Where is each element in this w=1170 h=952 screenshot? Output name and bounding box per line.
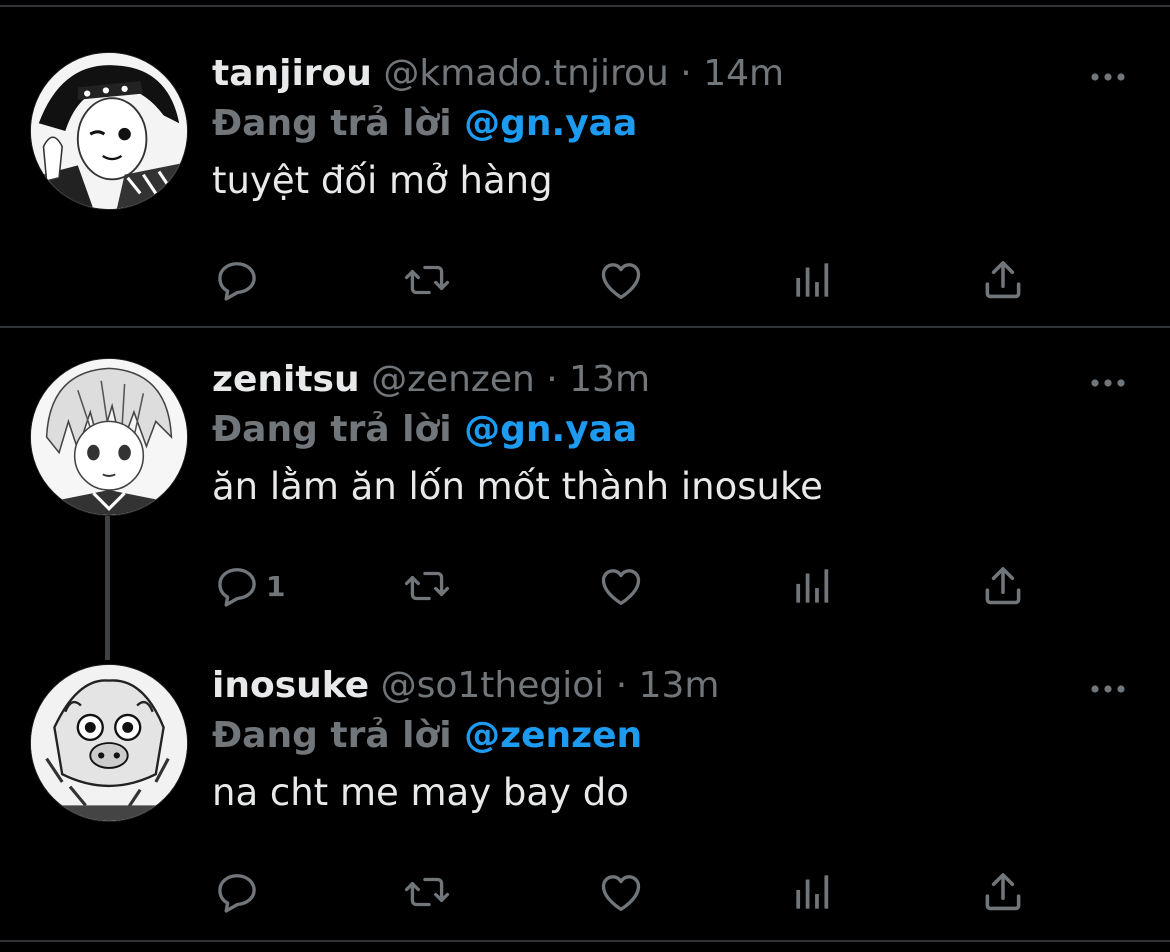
tweet-header: tanjirou @kmado.tnjirou · 14m <box>212 52 784 96</box>
replying-to: Đang trả lời @gn.yaa <box>212 102 637 146</box>
like-button[interactable] <box>596 252 646 308</box>
action-bar <box>210 864 1050 920</box>
retweet-button[interactable] <box>402 864 452 920</box>
like-icon <box>596 561 646 611</box>
reply-icon <box>212 867 262 917</box>
separator: · <box>546 359 558 400</box>
reply-button[interactable] <box>212 864 262 920</box>
mention-link[interactable]: @zenzen <box>464 715 642 756</box>
like-icon <box>596 867 646 917</box>
tweet-text: na cht me may bay do <box>212 771 629 814</box>
replying-to-label: Đang trả lời <box>212 103 452 144</box>
tweet-zenitsu[interactable]: zenitsu @zenzen · 13m Đang trả lời @gn.y… <box>0 358 1170 618</box>
avatar-zenitsu[interactable] <box>30 358 188 516</box>
like-icon <box>596 255 646 305</box>
reply-icon <box>212 561 262 611</box>
display-name[interactable]: zenitsu <box>212 359 360 400</box>
analytics-button[interactable] <box>788 558 838 614</box>
analytics-button[interactable] <box>788 864 838 920</box>
tweet-tanjirou[interactable]: tanjirou @kmado.tnjirou · 14m Đang trả l… <box>0 52 1170 302</box>
share-icon <box>978 561 1028 611</box>
more-icon[interactable] <box>1086 368 1130 398</box>
retweet-button[interactable] <box>402 252 452 308</box>
avatar-tanjirou[interactable] <box>30 52 188 210</box>
action-bar <box>210 252 1050 308</box>
analytics-icon <box>788 867 838 917</box>
bottom-divider <box>0 940 1170 942</box>
reply-icon <box>212 255 262 305</box>
retweet-icon <box>402 255 452 305</box>
user-handle[interactable]: @zenzen <box>371 359 535 400</box>
avatar-inosuke[interactable] <box>30 664 188 822</box>
reply-button[interactable] <box>212 252 262 308</box>
reply-button[interactable]: 1 <box>212 558 285 614</box>
tweet-inosuke[interactable]: inosuke @so1thegioi · 13m Đang trả lời @… <box>0 664 1170 924</box>
user-handle[interactable]: @so1thegioi <box>381 665 605 706</box>
timestamp[interactable]: 13m <box>569 359 650 400</box>
more-icon[interactable] <box>1086 62 1130 92</box>
timestamp[interactable]: 13m <box>639 665 720 706</box>
top-divider <box>0 5 1170 7</box>
retweet-icon <box>402 867 452 917</box>
analytics-icon <box>788 255 838 305</box>
tweet-text: ăn lằm ăn lốn mốt thành inosuke <box>212 465 823 508</box>
action-bar: 1 <box>210 558 1050 614</box>
more-icon[interactable] <box>1086 674 1130 704</box>
user-handle[interactable]: @kmado.tnjirou <box>383 53 668 94</box>
share-button[interactable] <box>978 864 1028 920</box>
analytics-icon <box>788 561 838 611</box>
replying-to: Đang trả lời @zenzen <box>212 714 642 758</box>
tweet-header: zenitsu @zenzen · 13m <box>212 358 650 402</box>
share-button[interactable] <box>978 558 1028 614</box>
like-button[interactable] <box>596 864 646 920</box>
share-button[interactable] <box>978 252 1028 308</box>
tweet-text: tuyệt đối mở hàng <box>212 159 553 202</box>
share-icon <box>978 867 1028 917</box>
replying-to-label: Đang trả lời <box>212 409 452 450</box>
display-name[interactable]: inosuke <box>212 665 369 706</box>
mention-link[interactable]: @gn.yaa <box>464 409 637 450</box>
timestamp[interactable]: 14m <box>703 53 784 94</box>
retweet-icon <box>402 561 452 611</box>
reply-count: 1 <box>266 569 286 603</box>
tweet-divider <box>0 326 1170 328</box>
replying-to-label: Đang trả lời <box>212 715 452 756</box>
like-button[interactable] <box>596 558 646 614</box>
display-name[interactable]: tanjirou <box>212 53 372 94</box>
analytics-button[interactable] <box>788 252 838 308</box>
share-icon <box>978 255 1028 305</box>
mention-link[interactable]: @gn.yaa <box>464 103 637 144</box>
replying-to: Đang trả lời @gn.yaa <box>212 408 637 452</box>
tweet-header: inosuke @so1thegioi · 13m <box>212 664 720 708</box>
separator: · <box>680 53 692 94</box>
separator: · <box>615 665 628 706</box>
retweet-button[interactable] <box>402 558 452 614</box>
